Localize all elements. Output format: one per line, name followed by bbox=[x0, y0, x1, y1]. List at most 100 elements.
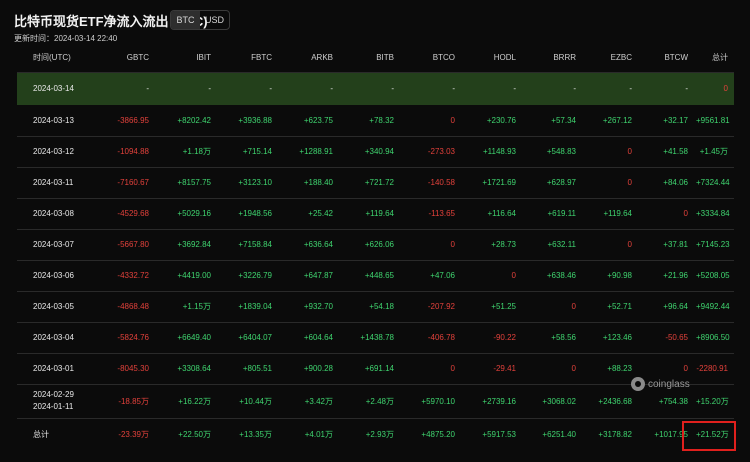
currency-toggle[interactable]: BTC USD bbox=[170, 10, 230, 30]
value-cell: +721.72 bbox=[364, 178, 394, 187]
value-cell: -1094.88 bbox=[117, 147, 149, 156]
value-cell: +3334.84 bbox=[696, 209, 730, 218]
date-cell: 2024-03-13 bbox=[33, 115, 74, 125]
value-cell: - bbox=[573, 84, 576, 94]
value-cell: +8202.42 bbox=[177, 115, 211, 125]
column-header[interactable]: BTCW bbox=[638, 44, 694, 73]
value-cell: +636.64 bbox=[303, 240, 333, 249]
value-cell: 0 bbox=[627, 178, 632, 187]
date-cell: 2024-03-05 bbox=[33, 302, 74, 311]
coinglass-logo-icon bbox=[631, 377, 645, 391]
coinglass-watermark: coinglass bbox=[631, 377, 690, 391]
value-cell: -273.03 bbox=[427, 147, 455, 156]
value-cell: 0 bbox=[683, 209, 688, 218]
value-cell: +3123.10 bbox=[238, 178, 272, 187]
column-header[interactable]: EZBC bbox=[582, 44, 638, 73]
value-cell: +3226.79 bbox=[238, 271, 272, 280]
value-cell: +37.81 bbox=[663, 240, 688, 249]
value-cell: -23.39万 bbox=[118, 429, 149, 439]
date-cell: 2024-03-14 bbox=[33, 84, 74, 94]
table-row: 2024-03-01 -8045.30 +3308.64 +805.51 +900.28… bbox=[17, 353, 734, 384]
header: 比特币现货ETF净流入流出 (BTC) BTC USD 更新时间：2024-03… bbox=[14, 9, 734, 49]
date-cell: 2024-03-04 bbox=[33, 333, 74, 342]
value-cell: +3308.64 bbox=[177, 364, 211, 373]
toggle-usd[interactable]: USD bbox=[200, 11, 229, 29]
column-header[interactable]: BRRR bbox=[522, 44, 582, 73]
value-cell: - bbox=[685, 84, 688, 94]
date-cell: 2024-03-08 bbox=[33, 209, 74, 218]
value-cell: +805.51 bbox=[242, 364, 272, 373]
value-cell: +604.64 bbox=[303, 333, 333, 342]
total-row: 总计 -23.39万 +22.50万 +13.35万 +4.01万 +2.93万 +4875… bbox=[17, 418, 734, 450]
value-cell: - bbox=[452, 84, 455, 94]
value-cell: +619.11 bbox=[547, 209, 576, 218]
value-cell: +58.56 bbox=[551, 333, 576, 342]
value-cell: - bbox=[513, 84, 516, 94]
value-cell: -50.65 bbox=[665, 333, 688, 342]
value-cell: +3178.82 bbox=[598, 429, 632, 439]
column-header[interactable]: HODL bbox=[461, 44, 522, 73]
toggle-btc[interactable]: BTC bbox=[171, 11, 200, 29]
value-cell: +5208.05 bbox=[696, 271, 730, 280]
value-cell: +15.20万 bbox=[696, 396, 729, 406]
value-cell: -406.78 bbox=[427, 333, 455, 342]
value-cell: +6649.40 bbox=[177, 333, 211, 342]
value-cell: -5824.76 bbox=[117, 333, 149, 342]
column-header[interactable]: 时间(UTC) bbox=[17, 44, 93, 73]
value-cell: +2.48万 bbox=[365, 396, 394, 406]
value-cell: -207.92 bbox=[427, 302, 455, 311]
value-cell: - bbox=[391, 84, 394, 94]
value-cell: 0 bbox=[627, 240, 632, 249]
value-cell: - bbox=[208, 84, 211, 94]
value-cell: -3866.95 bbox=[117, 115, 149, 125]
value-cell: +1148.93 bbox=[483, 147, 516, 156]
value-cell: +9492.44 bbox=[696, 302, 730, 311]
watermark-text: coinglass bbox=[648, 378, 690, 390]
value-cell: 0 bbox=[627, 147, 632, 156]
value-cell: -18.85万 bbox=[118, 396, 149, 406]
etf-flow-table: 时间(UTC) GBTC IBIT FBTC ARKB BITB BTCO HODL BRRR E… bbox=[17, 44, 734, 450]
value-cell: +932.70 bbox=[303, 302, 333, 311]
value-cell: +123.46 bbox=[602, 333, 632, 342]
value-cell: +7158.84 bbox=[238, 240, 272, 249]
value-cell: 0 bbox=[571, 364, 576, 373]
value-cell: +638.46 bbox=[546, 271, 576, 280]
value-cell: +5029.16 bbox=[177, 209, 211, 218]
value-cell: +54.18 bbox=[369, 302, 394, 311]
table-row: 2024-03-13 -3866.95 +8202.42 +3936.88 +623.7… bbox=[17, 105, 734, 136]
value-cell: 0 bbox=[450, 364, 455, 373]
column-header[interactable]: ARKB bbox=[278, 44, 339, 73]
value-cell: +3068.02 bbox=[542, 396, 576, 406]
value-cell: +78.32 bbox=[369, 115, 394, 125]
date-cell: 2024-03-11 bbox=[33, 178, 74, 187]
value-cell: +448.65 bbox=[364, 271, 394, 280]
value-cell: +5970.10 bbox=[421, 396, 455, 406]
column-header[interactable]: BTCO bbox=[400, 44, 461, 73]
value-cell: +8906.50 bbox=[696, 333, 730, 342]
value-cell: +548.83 bbox=[546, 147, 576, 156]
column-header[interactable]: FBTC bbox=[217, 44, 278, 73]
column-header[interactable]: IBIT bbox=[155, 44, 217, 73]
column-header[interactable]: GBTC bbox=[93, 44, 155, 73]
value-cell: +1438.78 bbox=[360, 333, 394, 342]
value-cell: +41.58 bbox=[663, 147, 688, 156]
value-cell: +9561.81 bbox=[696, 115, 730, 125]
table-header: 时间(UTC) GBTC IBIT FBTC ARKB BITB BTCO HODL BRRR E… bbox=[17, 44, 734, 73]
value-cell: +119.64 bbox=[603, 209, 632, 218]
value-cell: +57.34 bbox=[551, 115, 576, 125]
value-cell: +3936.88 bbox=[238, 115, 272, 125]
date-cell: 总计 bbox=[33, 429, 49, 439]
value-cell: +22.50万 bbox=[178, 429, 211, 439]
column-header[interactable]: 总计 bbox=[694, 44, 734, 73]
date-cell: 2024-03-07 bbox=[33, 240, 74, 249]
value-cell: +6251.40 bbox=[542, 429, 576, 439]
value-cell: +84.06 bbox=[663, 178, 688, 187]
column-header[interactable]: BITB bbox=[339, 44, 400, 73]
value-cell: - bbox=[269, 84, 272, 94]
value-cell: +715.14 bbox=[242, 147, 272, 156]
value-cell: -140.58 bbox=[427, 178, 455, 187]
value-cell: +188.40 bbox=[303, 178, 333, 187]
value-cell: +7324.44 bbox=[696, 178, 730, 187]
value-cell: +21.96 bbox=[663, 271, 688, 280]
value-cell: +623.75 bbox=[303, 115, 333, 125]
